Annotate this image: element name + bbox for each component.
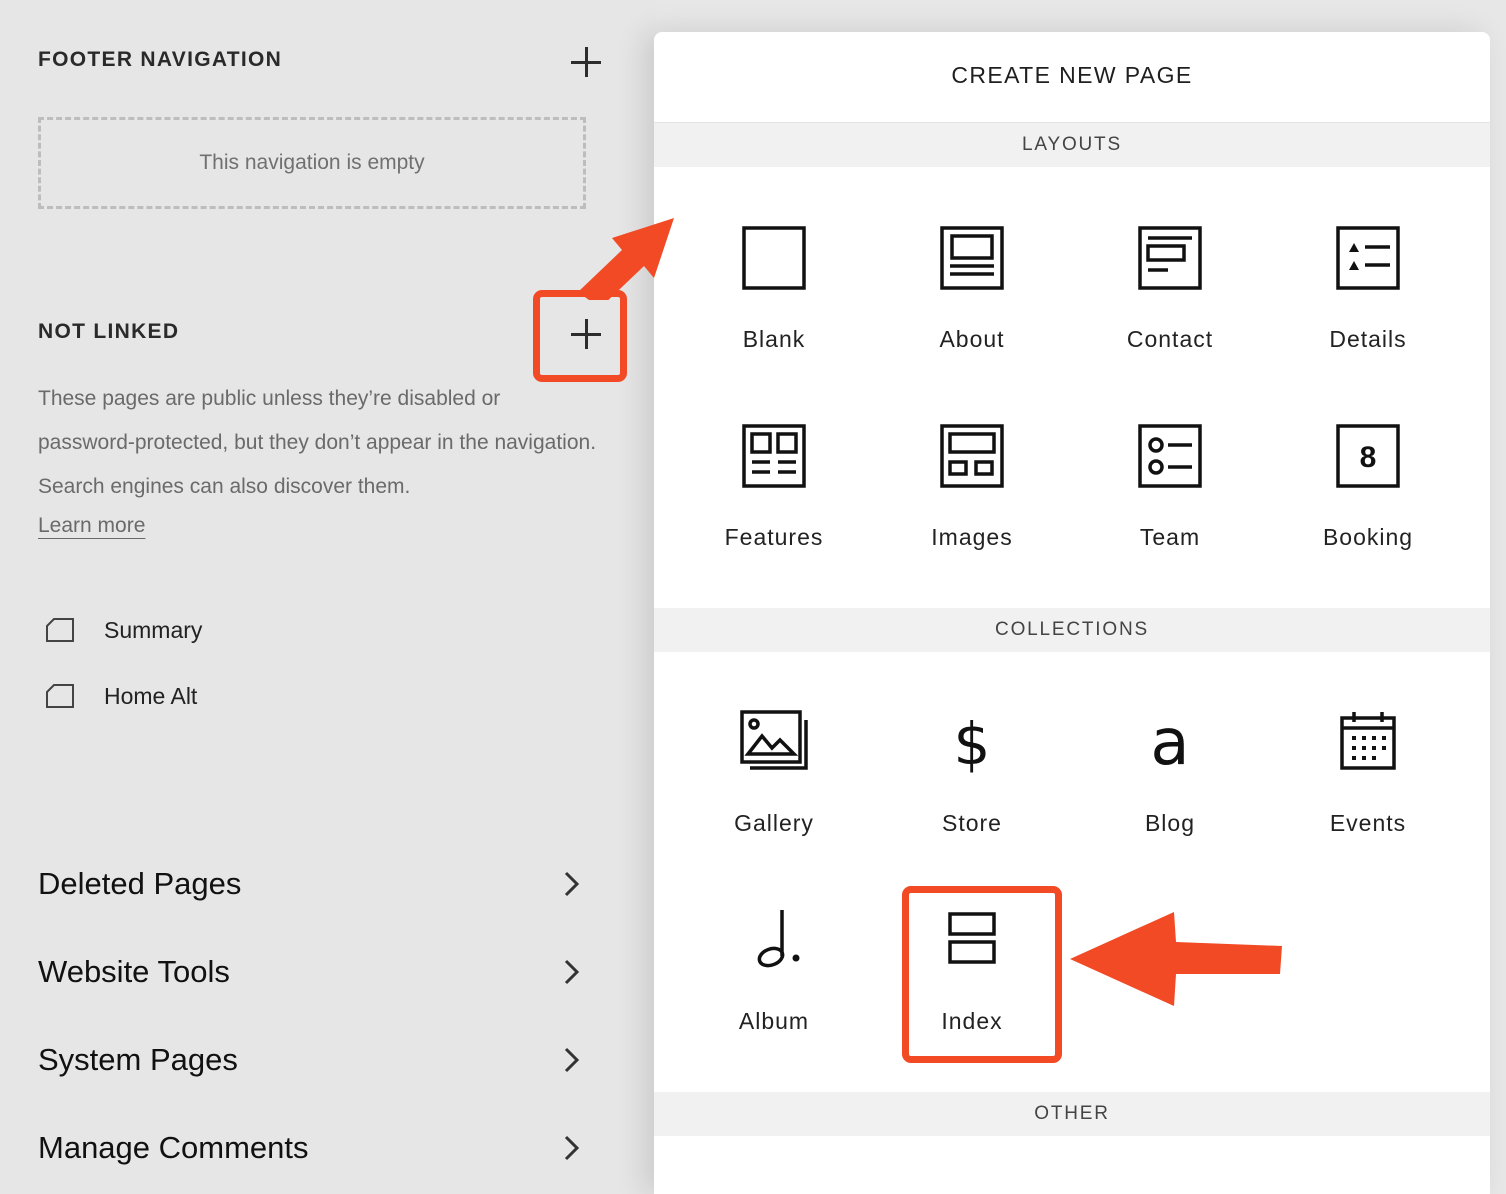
layout-label: Details [1329, 326, 1407, 352]
blog-letter-icon: a [1134, 706, 1206, 778]
nav-label: Manage Comments [38, 1130, 309, 1165]
chevron-right-icon [564, 871, 580, 897]
chevron-right-icon [564, 959, 580, 985]
left-arrow-icon [1070, 912, 1282, 1006]
layout-blank[interactable]: Blank [675, 222, 873, 392]
details-layout-icon [1332, 222, 1404, 294]
collection-blog[interactable]: a Blog [1071, 706, 1269, 876]
layout-booking[interactable]: 8 Booking [1269, 420, 1467, 590]
collection-label: Blog [1144, 810, 1196, 836]
booking-layout-icon: 8 [1332, 420, 1404, 492]
layout-label: Team [1139, 524, 1201, 550]
store-glyph: $ [954, 710, 991, 778]
nav-label: Website Tools [38, 954, 230, 989]
collection-events[interactable]: Events [1269, 706, 1467, 876]
learn-more-link[interactable]: Learn more [38, 514, 145, 538]
nav-label: System Pages [38, 1042, 238, 1077]
layout-label: Booking [1322, 524, 1414, 550]
blog-glyph: a [1150, 706, 1189, 778]
footer-navigation-title: FOOTER NAVIGATION [38, 48, 283, 71]
layout-label: About [939, 326, 1005, 352]
page-item-label: Summary [104, 616, 203, 643]
collection-label: Store [942, 810, 1002, 836]
panel-title: CREATE NEW PAGE [951, 62, 1193, 88]
collection-label: Album [738, 1008, 810, 1034]
sidebar: FOOTER NAVIGATION This navigation is emp… [0, 0, 656, 1194]
create-new-page-panel: CREATE NEW PAGE LAYOUTS Blank About Cont… [654, 32, 1490, 1194]
layout-team[interactable]: Team [1071, 420, 1269, 590]
chevron-right-icon [564, 1047, 580, 1073]
layout-label: Contact [1126, 326, 1214, 352]
page-item-summary[interactable]: Summary [45, 613, 202, 647]
nav-deleted-pages[interactable]: Deleted Pages [38, 862, 583, 906]
layout-about[interactable]: About [873, 222, 1071, 392]
collection-label: Events [1329, 810, 1407, 836]
team-layout-icon [1134, 420, 1206, 492]
images-layout-icon [936, 420, 1008, 492]
other-section-header: OTHER [654, 1092, 1490, 1136]
calendar-icon [1332, 706, 1404, 778]
page-item-label: Home Alt [104, 682, 198, 709]
layouts-section-header: LAYOUTS [654, 122, 1490, 167]
chevron-right-icon [564, 1135, 580, 1161]
contact-layout-icon [1134, 222, 1206, 294]
plus-button-highlight [533, 290, 627, 382]
page-icon [46, 618, 74, 642]
add-footer-page-button[interactable] [566, 42, 606, 82]
layout-contact[interactable]: Contact [1071, 222, 1269, 392]
collection-store[interactable]: $ Store [873, 706, 1071, 876]
nav-manage-comments[interactable]: Manage Comments [38, 1126, 583, 1170]
layout-features[interactable]: Features [675, 420, 873, 590]
booking-icon-number: 8 [1360, 441, 1377, 474]
blank-layout-icon [738, 222, 810, 294]
layout-label: Blank [742, 326, 806, 352]
about-layout-icon [936, 222, 1008, 294]
nav-website-tools[interactable]: Website Tools [38, 950, 583, 994]
gallery-icon [738, 706, 810, 778]
empty-navigation-placeholder: This navigation is empty [38, 117, 586, 209]
collection-gallery[interactable]: Gallery [675, 706, 873, 876]
nav-system-pages[interactable]: System Pages [38, 1038, 583, 1082]
layout-details[interactable]: Details [1269, 222, 1467, 392]
index-highlight [902, 886, 1062, 1063]
features-layout-icon [738, 420, 810, 492]
collections-section-header: COLLECTIONS [654, 608, 1490, 652]
page-item-home-alt[interactable]: Home Alt [45, 679, 197, 713]
page-icon [46, 684, 74, 708]
nav-label: Deleted Pages [38, 866, 242, 901]
diagonal-arrow-icon [578, 218, 674, 300]
layout-label: Images [931, 524, 1013, 550]
music-note-icon [738, 904, 810, 976]
layout-images[interactable]: Images [873, 420, 1071, 590]
not-linked-description: These pages are public unless they’re di… [38, 387, 597, 498]
layout-label: Features [724, 524, 824, 550]
store-dollar-icon: $ [936, 706, 1008, 778]
collection-label: Gallery [734, 810, 814, 836]
collection-album[interactable]: Album [675, 904, 873, 1074]
not-linked-title: NOT LINKED [38, 320, 180, 343]
